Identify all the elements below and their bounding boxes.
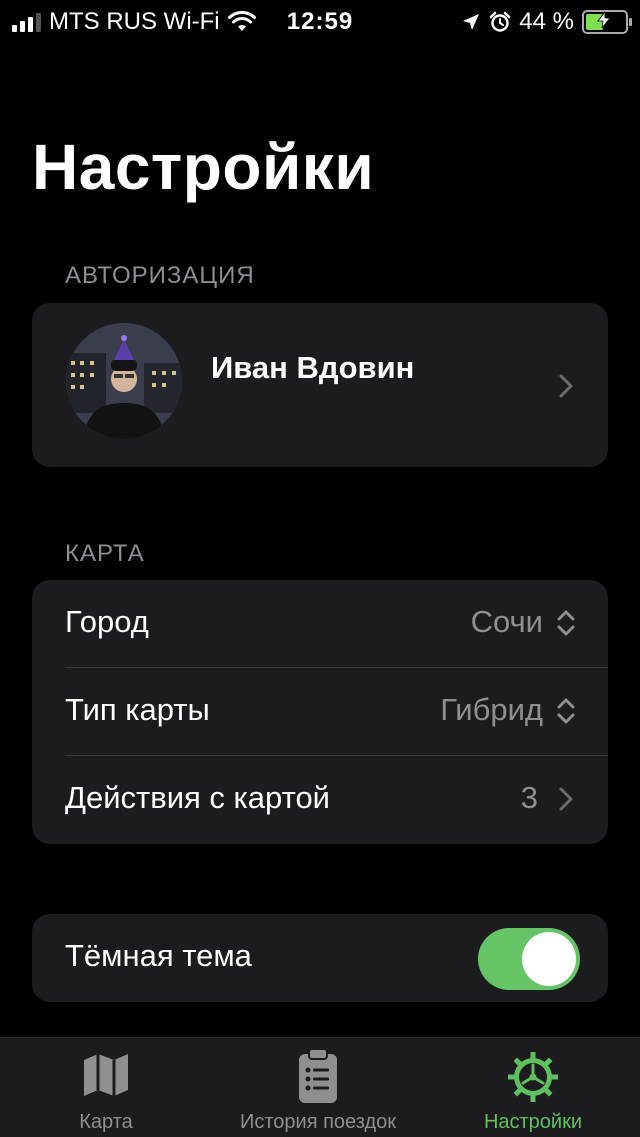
city-value: Сочи xyxy=(470,604,543,639)
map-icon xyxy=(84,1054,128,1096)
map-actions-label: Действия с картой xyxy=(65,780,330,815)
map-settings-card: Город Сочи Тип карты Гибрид Действия с к… xyxy=(32,580,608,844)
map-type-row[interactable]: Тип карты Гибрид xyxy=(32,668,608,756)
dark-theme-label: Тёмная тема xyxy=(65,938,252,973)
status-bar: MTS RUS Wi-Fi 12:59 44 % xyxy=(0,0,640,40)
map-actions-row[interactable]: Действия с картой 3 xyxy=(32,756,608,844)
status-right: 44 % xyxy=(461,8,632,36)
page-title: Настройки xyxy=(32,131,375,203)
tab-trip-history-label: История поездок xyxy=(239,1111,397,1133)
tab-bar: Карта История поездок Настройки xyxy=(0,1037,640,1137)
tab-map-label: Карта xyxy=(79,1111,133,1133)
authorization-section-label: АВТОРИЗАЦИЯ xyxy=(65,262,255,289)
charging-bolt-icon xyxy=(597,12,611,28)
user-name: Иван Вдовин xyxy=(211,350,415,385)
clipboard-list-icon xyxy=(299,1048,337,1103)
alarm-icon xyxy=(490,11,511,32)
avatar xyxy=(66,323,182,439)
city-row[interactable]: Город Сочи xyxy=(32,580,608,668)
map-type-value: Гибрид xyxy=(440,692,543,727)
map-actions-count: 3 xyxy=(520,780,538,815)
chevron-up-down-icon xyxy=(557,698,575,724)
dark-theme-toggle[interactable] xyxy=(478,928,580,990)
dark-theme-card: Тёмная тема xyxy=(32,914,608,1002)
chevron-up-down-icon xyxy=(557,610,575,636)
tab-settings-label: Настройки xyxy=(483,1111,583,1133)
chevron-right-icon xyxy=(559,374,573,398)
battery-icon xyxy=(582,10,632,34)
map-type-label: Тип карты xyxy=(65,692,210,727)
location-arrow-icon xyxy=(463,14,480,30)
avatar-photo xyxy=(66,323,182,439)
map-section-label: КАРТА xyxy=(65,540,145,567)
city-label: Город xyxy=(65,604,149,639)
gear-icon xyxy=(508,1052,558,1102)
toggle-knob xyxy=(522,932,576,986)
battery-percent: 44 % xyxy=(519,8,574,35)
chevron-right-icon xyxy=(559,787,573,811)
profile-card[interactable]: Иван Вдовин xyxy=(32,303,608,467)
